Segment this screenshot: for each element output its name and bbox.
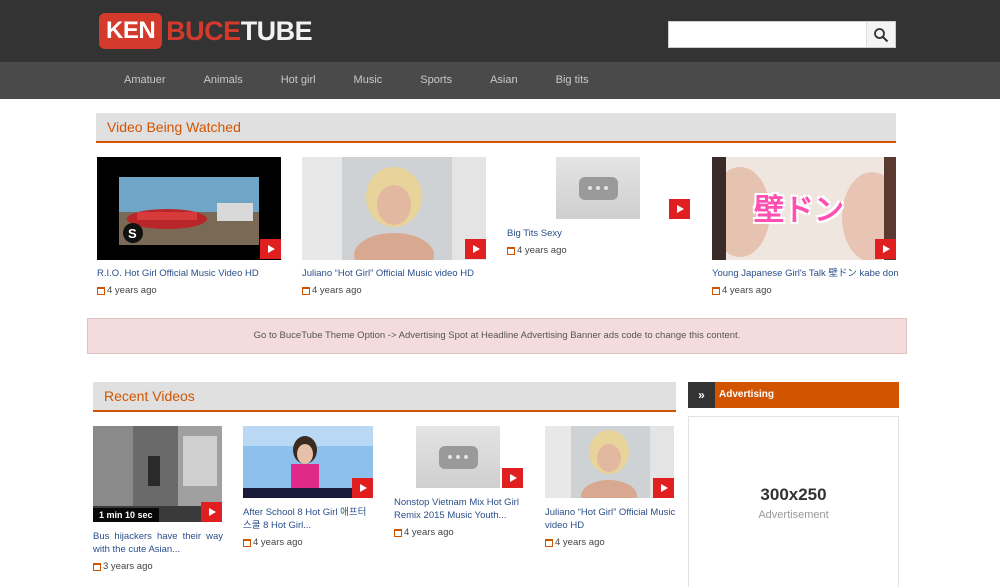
video-thumbnail[interactable] [302, 157, 486, 260]
calendar-icon [712, 286, 720, 295]
logo-tube: TUBE [240, 15, 313, 46]
nav-item-hot-girl[interactable]: Hot girl [262, 62, 335, 99]
logo-buce: BUCE [166, 15, 241, 46]
video-date-text: 4 years ago [312, 285, 362, 296]
no-thumbnail-icon [438, 445, 478, 469]
recent-section-title: Recent Videos [104, 388, 195, 404]
video-date-text: 4 years ago [555, 537, 605, 548]
svg-text:S: S [128, 226, 137, 241]
play-button[interactable] [465, 239, 486, 259]
search-icon [874, 27, 889, 42]
play-button[interactable] [201, 502, 222, 522]
calendar-icon [302, 286, 310, 295]
video-title[interactable]: Nonstop Vietnam Mix Hot Girl Remix 2015 … [394, 496, 528, 522]
watched-section-title: Video Being Watched [107, 119, 241, 135]
nav-item-sports[interactable]: Sports [401, 62, 471, 99]
double-chevron-right-icon: » [688, 382, 715, 408]
logo-ken: KEN [99, 13, 163, 49]
search-input[interactable] [669, 22, 866, 47]
calendar-icon [97, 286, 105, 295]
video-date-text: 4 years ago [722, 285, 772, 296]
video-date: 4 years ago [507, 245, 567, 256]
nav-item-asian[interactable]: Asian [471, 62, 537, 99]
video-duration: 1 min 10 sec [93, 508, 159, 522]
video-date-text: 4 years ago [253, 537, 303, 548]
video-title[interactable]: Juliano “Hot Girl” Official Music video … [545, 506, 677, 532]
play-button[interactable] [502, 468, 523, 488]
video-thumbnail[interactable]: 壁ドン [712, 157, 896, 260]
calendar-icon [545, 538, 553, 547]
calendar-icon [243, 538, 251, 547]
video-date: 4 years ago [394, 527, 454, 538]
calendar-icon [507, 246, 515, 255]
search-box [668, 21, 896, 48]
video-title[interactable]: R.I.O. Hot Girl Official Music Video HD [97, 267, 281, 280]
calendar-icon [93, 562, 101, 571]
play-button[interactable] [669, 199, 690, 219]
nav-item-amatuer[interactable]: Amatuer [105, 62, 185, 99]
ad-size-label: 300x250 [760, 485, 827, 504]
video-title[interactable]: After School 8 Hot Girl 애프터스쿨 8 Hot Girl… [243, 506, 375, 532]
play-button[interactable] [875, 239, 896, 259]
video-date: 4 years ago [302, 285, 362, 296]
site-header: KEN BUCE TUBE [0, 0, 1000, 62]
headline-ad-banner[interactable]: Go to BuceTube Theme Option -> Advertisi… [87, 318, 907, 354]
video-date-text: 3 years ago [103, 561, 153, 572]
nav-item-big-tits[interactable]: Big tits [537, 62, 608, 99]
video-title[interactable]: Bus hijackers have their way with the cu… [93, 530, 223, 556]
site-logo[interactable]: KEN BUCE TUBE [99, 13, 313, 49]
play-button[interactable] [352, 478, 373, 498]
video-thumbnail-placeholder[interactable] [416, 426, 500, 488]
video-date: 4 years ago [712, 285, 772, 296]
watched-section-header: Video Being Watched [96, 113, 896, 143]
video-thumbnail[interactable]: S [97, 157, 281, 260]
thumbnail-image: S [97, 157, 281, 260]
video-thumbnail-placeholder[interactable] [556, 157, 640, 219]
video-title[interactable]: Young Japanese Girl's Talk 壁ドン kabe don [712, 267, 898, 280]
video-date-text: 4 years ago [107, 285, 157, 296]
play-button[interactable] [653, 478, 674, 498]
search-button[interactable] [866, 22, 895, 47]
video-title[interactable]: Juliano “Hot Girl” Official Music video … [302, 267, 486, 280]
no-thumbnail-icon [578, 176, 618, 200]
sidebar-ad-header: » Advertising [688, 382, 899, 408]
nav-item-music[interactable]: Music [335, 62, 402, 99]
play-button[interactable] [260, 239, 281, 259]
video-date: 4 years ago [545, 537, 605, 548]
video-date-text: 4 years ago [404, 527, 454, 538]
nav-item-animals[interactable]: Animals [185, 62, 262, 99]
main-nav: Amatuer Animals Hot girl Music Sports As… [0, 62, 1000, 99]
video-date: 4 years ago [97, 285, 157, 296]
ad-label: Advertisement [758, 509, 829, 521]
recent-section-header: Recent Videos [93, 382, 676, 412]
video-title[interactable]: Big Tits Sexy [507, 227, 627, 240]
sidebar-ad-box[interactable]: 300x250 Advertisement [688, 416, 899, 587]
video-date: 3 years ago [93, 561, 153, 572]
calendar-icon [394, 528, 402, 537]
video-date: 4 years ago [243, 537, 303, 548]
thumbnail-image [302, 157, 486, 260]
video-date-text: 4 years ago [517, 245, 567, 256]
sidebar-ad-title: Advertising [719, 389, 775, 400]
thumbnail-overlay-text: 壁ドン [754, 193, 844, 228]
